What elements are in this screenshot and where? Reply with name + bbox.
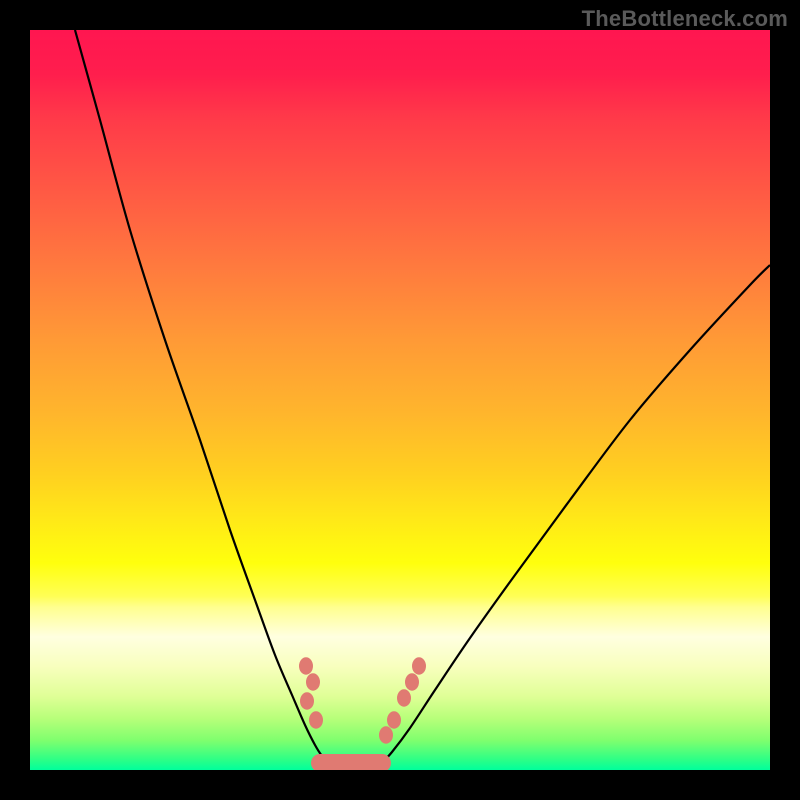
marker-dot xyxy=(300,692,314,710)
right-curve xyxy=(380,265,770,765)
outer-frame: TheBottleneck.com xyxy=(0,0,800,800)
left-curve xyxy=(75,30,333,765)
marker-dot xyxy=(387,711,401,729)
marker-dot xyxy=(397,689,411,707)
marker-dot xyxy=(405,673,419,691)
watermark-text: TheBottleneck.com xyxy=(582,6,788,32)
plot-area xyxy=(30,30,770,770)
chart-svg xyxy=(30,30,770,770)
marker-dot xyxy=(299,657,313,675)
marker-dot xyxy=(309,711,323,729)
marker-dot xyxy=(412,657,426,675)
marker-dot xyxy=(306,673,320,691)
marker-dot xyxy=(379,726,393,744)
